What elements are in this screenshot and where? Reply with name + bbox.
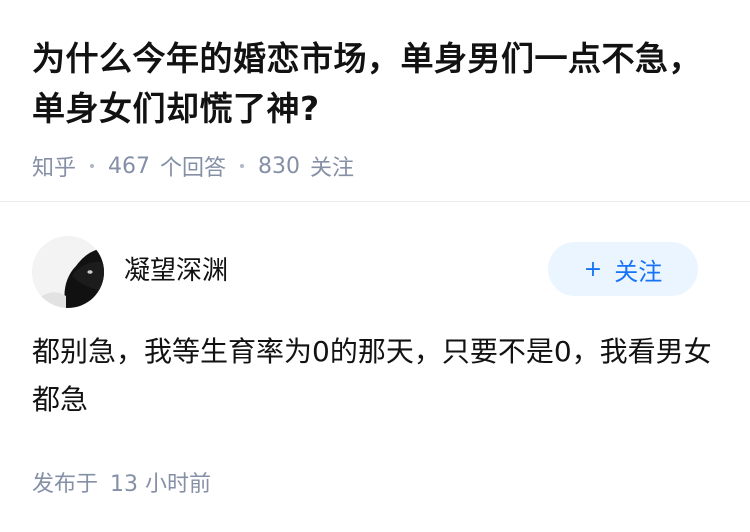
- separator-dot: [90, 164, 95, 168]
- follow-button[interactable]: + 关注: [548, 242, 698, 296]
- avatar[interactable]: [32, 236, 104, 308]
- answer-count-label: 个回答: [160, 156, 227, 181]
- author-name[interactable]: 凝望深渊: [124, 250, 228, 287]
- question-title[interactable]: 为什么今年的婚恋市场，单身男们一点不急，单身女们却慌了神?: [32, 34, 722, 134]
- section-divider: [0, 201, 750, 202]
- answer-content[interactable]: 都别急，我等生育率为0的那天，只要不是0，我看男女都急: [32, 328, 712, 424]
- author-row: 凝望深渊 + 关注: [32, 236, 718, 308]
- plus-icon: +: [583, 256, 603, 282]
- answer-count: 467: [108, 153, 151, 179]
- zhihu-question-page: 为什么今年的婚恋市场，单身男们一点不急，单身女们却慌了神? 知乎 467 个回答…: [0, 0, 750, 532]
- answer-card: 凝望深渊 + 关注 都别急，我等生育率为0的那天，只要不是0，我看男女都急: [32, 236, 718, 424]
- avatar-image: [32, 236, 104, 308]
- source-label[interactable]: 知乎: [32, 150, 76, 182]
- separator-dot: [240, 164, 245, 168]
- follower-count-label: 关注: [310, 156, 355, 181]
- follower-count: 830: [258, 153, 301, 179]
- question-header: 为什么今年的婚恋市场，单身男们一点不急，单身女们却慌了神? 知乎 467 个回答…: [32, 34, 722, 181]
- question-meta: 知乎 467 个回答 830 关注: [32, 150, 722, 182]
- answer-footer: 发布于 13 小时前: [32, 466, 211, 498]
- follow-button-label: 关注: [614, 257, 663, 286]
- publish-time: 13 小时前: [110, 472, 212, 497]
- publish-label: 发布于: [32, 472, 99, 497]
